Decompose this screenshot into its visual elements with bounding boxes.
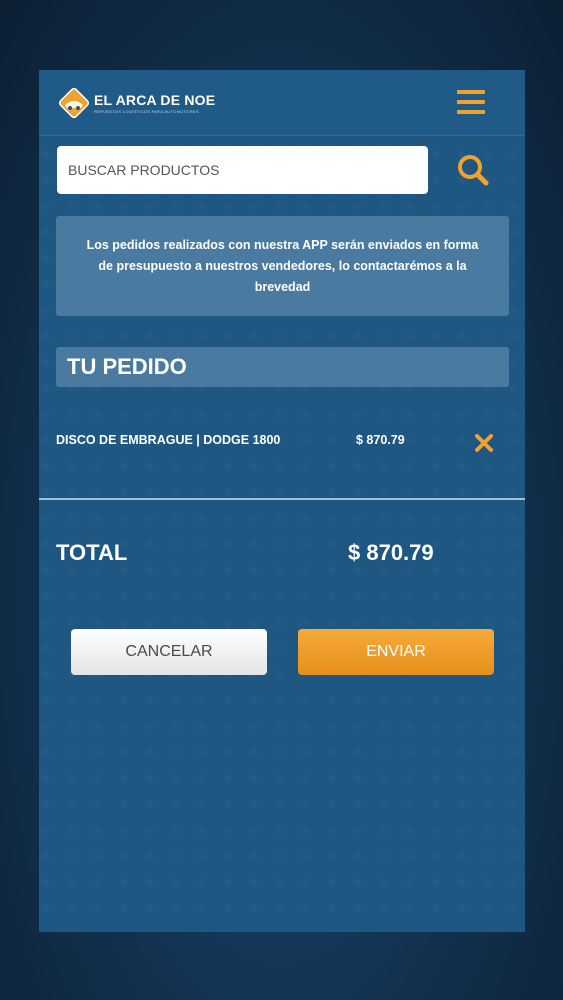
order-item-row: DISCO DE EMBRAGUE | DODGE 1800 $ 870.79 [39,422,525,500]
remove-item-close-icon[interactable] [473,432,495,454]
order-divider [39,498,525,500]
item-name: DISCO DE EMBRAGUE | DODGE 1800 [56,433,281,447]
hamburger-menu-icon[interactable] [457,90,485,114]
search-input[interactable] [57,146,428,194]
cancel-button[interactable]: CANCELAR [71,629,267,675]
header: EL ARCA DE NOE REPUESTOS LOGÍSTICOS PARA… [39,70,525,136]
order-notice: Los pedidos realizados con nuestra APP s… [56,216,509,316]
logo-badge-icon [57,86,91,120]
notice-text: Los pedidos realizados con nuestra APP s… [86,237,479,294]
app-panel: EL ARCA DE NOE REPUESTOS LOGÍSTICOS PARA… [39,70,525,932]
order-section-title: TU PEDIDO [56,347,509,387]
send-button[interactable]: ENVIAR [298,629,494,675]
logo[interactable]: EL ARCA DE NOE REPUESTOS LOGÍSTICOS PARA… [57,85,215,121]
logo-title: EL ARCA DE NOE [94,91,216,108]
search-icon[interactable] [455,152,491,188]
total-value: $ 870.79 [348,540,434,565]
item-price: $ 870.79 [356,433,405,447]
logo-subtitle: REPUESTOS LOGÍSTICOS PARA AUTOMOTORES [94,108,199,114]
total-label: TOTAL [56,540,128,565]
